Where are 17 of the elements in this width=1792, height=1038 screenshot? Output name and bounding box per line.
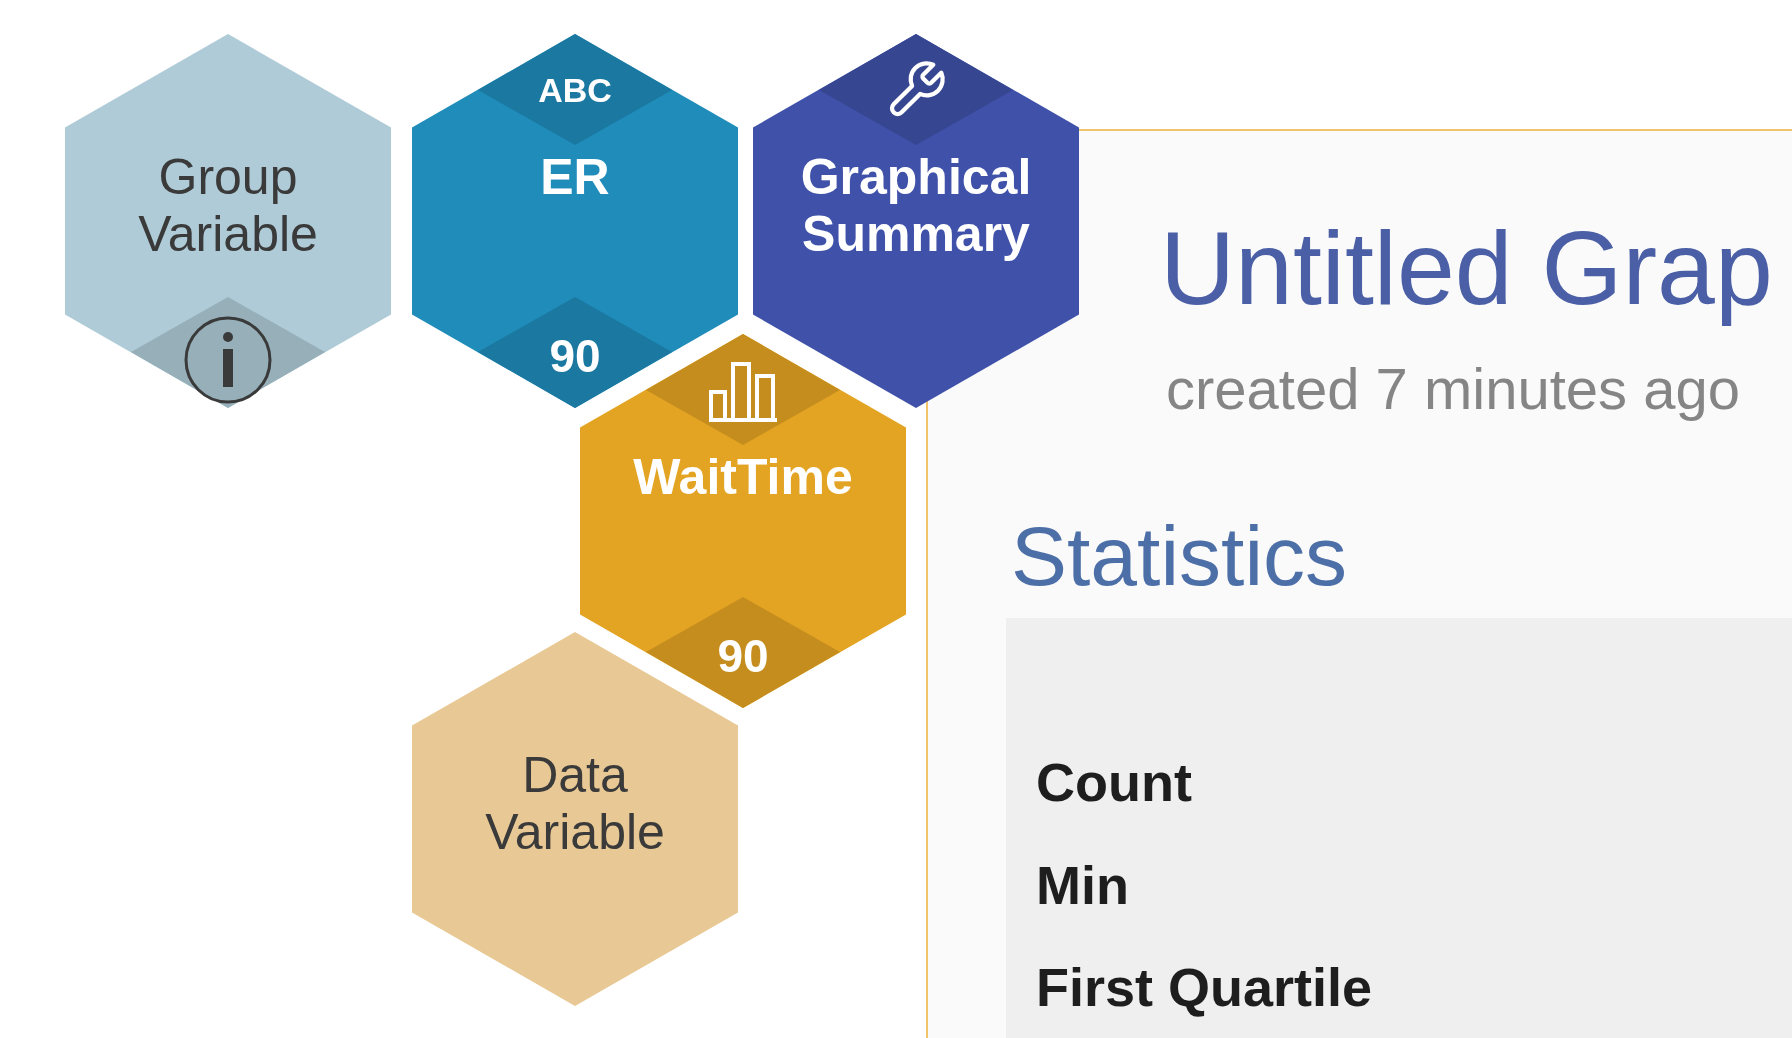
output-title: Untitled Grap <box>1160 209 1774 328</box>
hexagon-tile[interactable] <box>65 34 391 408</box>
count-label: 90 <box>549 333 601 379</box>
type-label: ABC <box>538 73 612 107</box>
tile-label: ER <box>540 149 610 206</box>
tile-label: Data Variable <box>485 747 665 861</box>
row-header: Count <box>1036 750 1193 814</box>
row-header: Min <box>1036 853 1130 917</box>
row-header: First Quartile <box>1036 956 1374 1020</box>
hexagon-tile[interactable] <box>753 34 1079 408</box>
tile-label: Group Variable <box>138 149 318 263</box>
info-icon <box>183 315 273 405</box>
section-heading: Statistics <box>1011 513 1349 598</box>
count-label: 90 <box>717 633 769 679</box>
hexagon-tile[interactable] <box>412 34 738 408</box>
tile-label: Graphical Summary <box>800 149 1032 263</box>
tile-label: WaitTime <box>633 449 853 506</box>
